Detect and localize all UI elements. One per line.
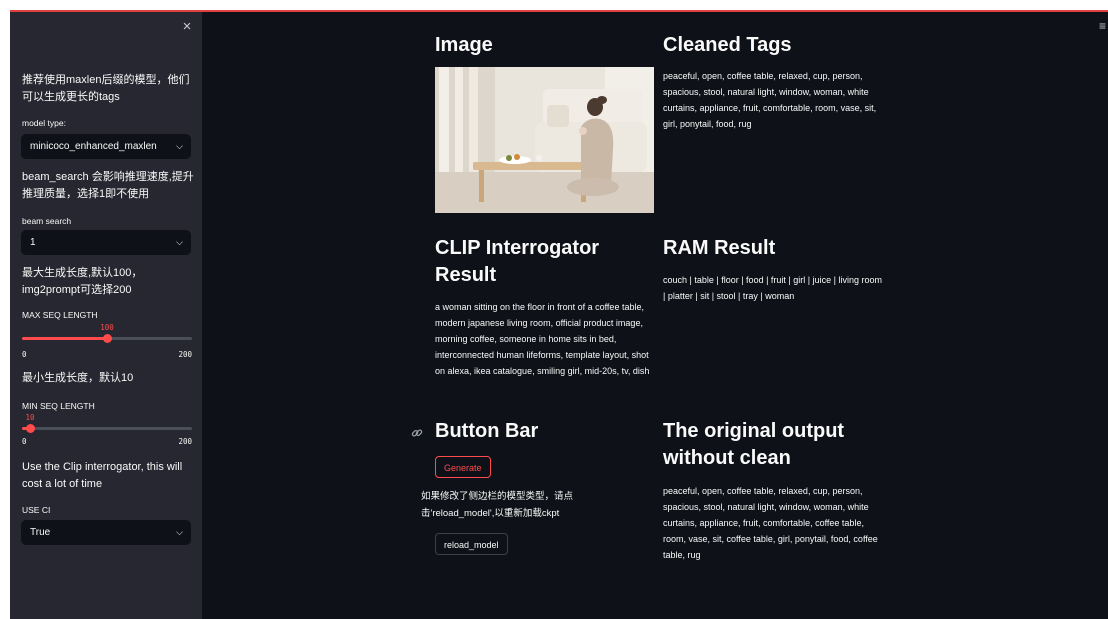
clip-heading: CLIP Interrogator Result [435,237,600,286]
beam-note: beam_search 会影响推理速度,提升推理质量，选择1即不使用 [22,171,194,200]
max-slider-max: 200 [178,350,192,359]
result-image [435,67,654,213]
min-seq-length-slider[interactable]: 10 0 200 [22,412,192,452]
generate-button[interactable]: Generate [435,456,491,478]
model-note: 推荐使用maxlen后缀的模型，他们可以生成更长的tags [22,74,190,103]
model-type-label: model type: [22,118,66,128]
ram-result-text: couch | table | floor | food | fruit | g… [663,275,882,301]
hamburger-menu-icon[interactable]: ≡ [1099,19,1106,33]
beam-search-select[interactable]: 1 ⌵ [21,230,191,255]
ram-heading: RAM Result [663,237,776,259]
room-photo-illustration [435,67,654,213]
min-slider-current-value: 10 [25,413,35,422]
close-icon[interactable]: × [180,19,194,34]
min-slider-max: 200 [178,437,192,446]
reload-note: 如果修改了侧边栏的模型类型，请点击'reload_model',以重新加载ckp… [421,491,574,519]
original-output-text: peaceful, open, coffee table, relaxed, c… [663,486,878,560]
max-seq-length-label: MAX SEQ LENGTH [22,310,98,320]
clip-interrogator-note: Use the Clip interrogator, this will cos… [22,461,183,490]
link-icon[interactable] [411,426,423,438]
image-heading: Image [435,34,493,56]
chevron-down-icon: ⌵ [176,527,183,537]
cleaned-tags-text: peaceful, open, coffee table, relaxed, c… [663,71,877,129]
chevron-down-icon: ⌵ [176,237,183,247]
min-seq-length-label: MIN SEQ LENGTH [22,401,95,411]
use-ci-label: USE CI [22,505,51,515]
chevron-down-icon: ⌵ [176,141,183,151]
model-type-select[interactable]: minicoco_enhanced_maxlen ⌵ [21,134,191,159]
min-slider-min: 0 [22,437,27,446]
cleaned-tags-heading: Cleaned Tags [663,34,792,56]
reload-model-button[interactable]: reload_model [435,533,508,555]
model-type-value: minicoco_enhanced_maxlen [30,141,157,152]
button-bar-heading: Button Bar [435,420,539,442]
original-output-heading: The original output without clean [663,420,845,469]
min-slider-track [22,427,192,430]
max-seq-length-slider[interactable]: 100 0 200 [22,322,192,362]
use-ci-value: True [30,527,51,538]
beam-search-label: beam search [22,216,72,226]
clip-result-text: a woman sitting on the floor in front of… [435,302,650,376]
min-length-note: 最小生成长度，默认10 [22,372,134,384]
max-length-note: 最大生成长度,默认100，img2prompt可选择200 [22,267,143,296]
max-slider-thumb[interactable] [103,334,112,343]
sidebar: × 推荐使用maxlen后缀的模型，他们可以生成更长的tags model ty… [10,12,202,619]
min-slider-thumb[interactable] [26,424,35,433]
max-slider-fill [22,337,107,340]
beam-search-value: 1 [30,237,36,248]
use-ci-select[interactable]: True ⌵ [21,520,191,545]
max-slider-min: 0 [22,350,27,359]
app-window: × 推荐使用maxlen后缀的模型，他们可以生成更长的tags model ty… [10,10,1108,619]
max-slider-current-value: 100 [100,323,114,332]
